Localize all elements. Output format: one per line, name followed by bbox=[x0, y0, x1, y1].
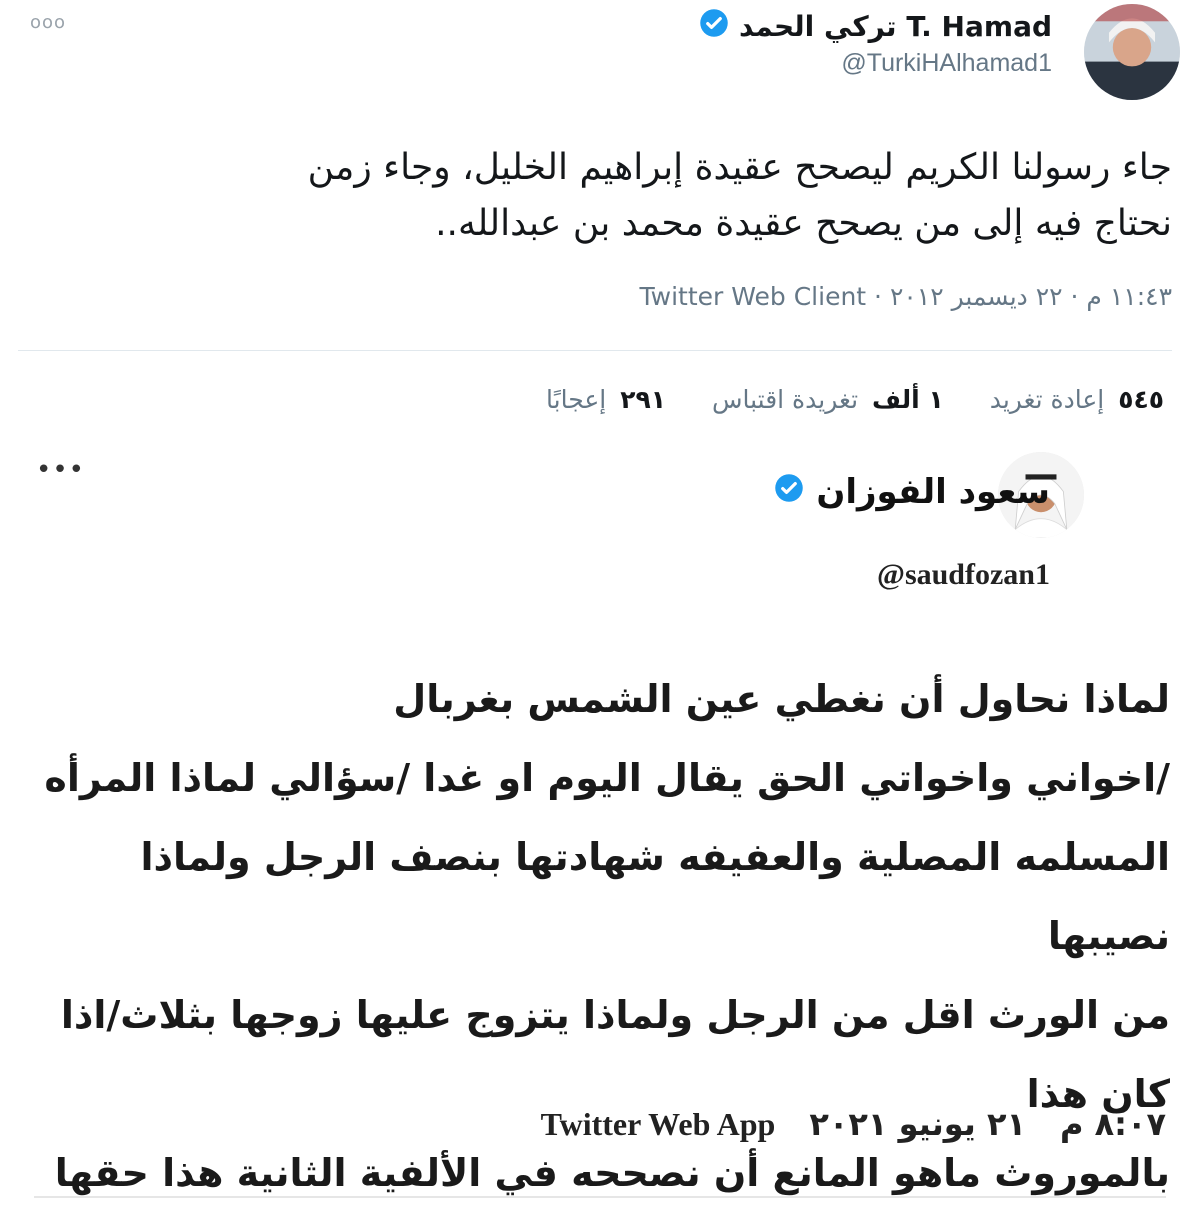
tweet-date: ٢١ يونيو ٢٠٢١ bbox=[809, 1105, 1027, 1143]
tweet1-header: تركي الحمد T. Hamad @TurkiHAlhamad1 bbox=[699, 8, 1052, 78]
retweets-label: إعادة تغريد bbox=[989, 385, 1105, 414]
tweet-text-line: جاء رسولنا الكريم ليصحح عقيدة إبراهيم ال… bbox=[307, 147, 1172, 188]
retweets-count: ٥٤٥ bbox=[1118, 385, 1164, 414]
author-name-row[interactable]: سعود الفوزان bbox=[774, 472, 1050, 512]
author-handle[interactable]: @saudfozan1 bbox=[877, 558, 1050, 592]
tweet-text-line: المسلمه المصلية والعفيفه شهادتها بنصف ال… bbox=[140, 835, 1170, 958]
author-name-row[interactable]: تركي الحمد T. Hamad bbox=[699, 8, 1052, 45]
tweet-text-line: بالموروث ماهو المانع أن نصححه في الألفية… bbox=[54, 1151, 1170, 1195]
retweets-stat[interactable]: ٥٤٥ إعادة تغريد bbox=[990, 385, 1164, 414]
divider bbox=[18, 350, 1172, 351]
author-name: تركي الحمد T. Hamad bbox=[739, 10, 1052, 43]
divider bbox=[34, 1196, 1166, 1198]
tweet-text-line: لماذا نحاول أن نغطي عين الشمس بغربال bbox=[393, 677, 1170, 721]
quotes-label: تغريدة اقتباس bbox=[711, 385, 859, 414]
author-handle[interactable]: @TurkiHAlhamad1 bbox=[699, 49, 1052, 78]
likes-count: ٢٩١ bbox=[620, 385, 666, 414]
quotes-count: ١ ألف bbox=[872, 385, 944, 414]
avatar[interactable] bbox=[1084, 4, 1180, 100]
tweet-text-line: /اخواني واخواتي الحق يقال اليوم او غدا /… bbox=[44, 756, 1170, 800]
quotes-stat[interactable]: ١ ألف تغريدة اقتباس bbox=[712, 385, 944, 414]
tweet-time: ٨:٠٧ م bbox=[1060, 1105, 1166, 1143]
tweet-text-line: نحتاج فيه إلى من يصحح عقيدة محمد بن عبدا… bbox=[435, 203, 1172, 244]
verified-badge-icon bbox=[699, 8, 729, 45]
tweet-stats: ٥٤٥ إعادة تغريد ١ ألف تغريدة اقتباس ٢٩١ … bbox=[64, 385, 1164, 414]
tweet-text: جاء رسولنا الكريم ليصحح عقيدة إبراهيم ال… bbox=[62, 140, 1172, 252]
likes-label: إعجابًا bbox=[546, 385, 607, 414]
tweet-timestamp[interactable]: ١١:٤٣ م · ٢٢ ديسمبر ٢٠١٢ · Twitter Web C… bbox=[72, 282, 1172, 311]
verified-badge-icon bbox=[774, 472, 804, 512]
more-options-icon[interactable]: ••• bbox=[36, 455, 85, 485]
tweet-timestamp[interactable]: ٨:٠٧ م ٢١ يونيو ٢٠٢١ Twitter Web App bbox=[66, 1105, 1166, 1143]
tweet-client: Twitter Web App bbox=[540, 1106, 776, 1142]
author-name: سعود الفوزان bbox=[816, 472, 1050, 512]
more-options-icon[interactable]: ooo bbox=[30, 12, 66, 33]
likes-stat[interactable]: ٢٩١ إعجابًا bbox=[546, 385, 666, 414]
